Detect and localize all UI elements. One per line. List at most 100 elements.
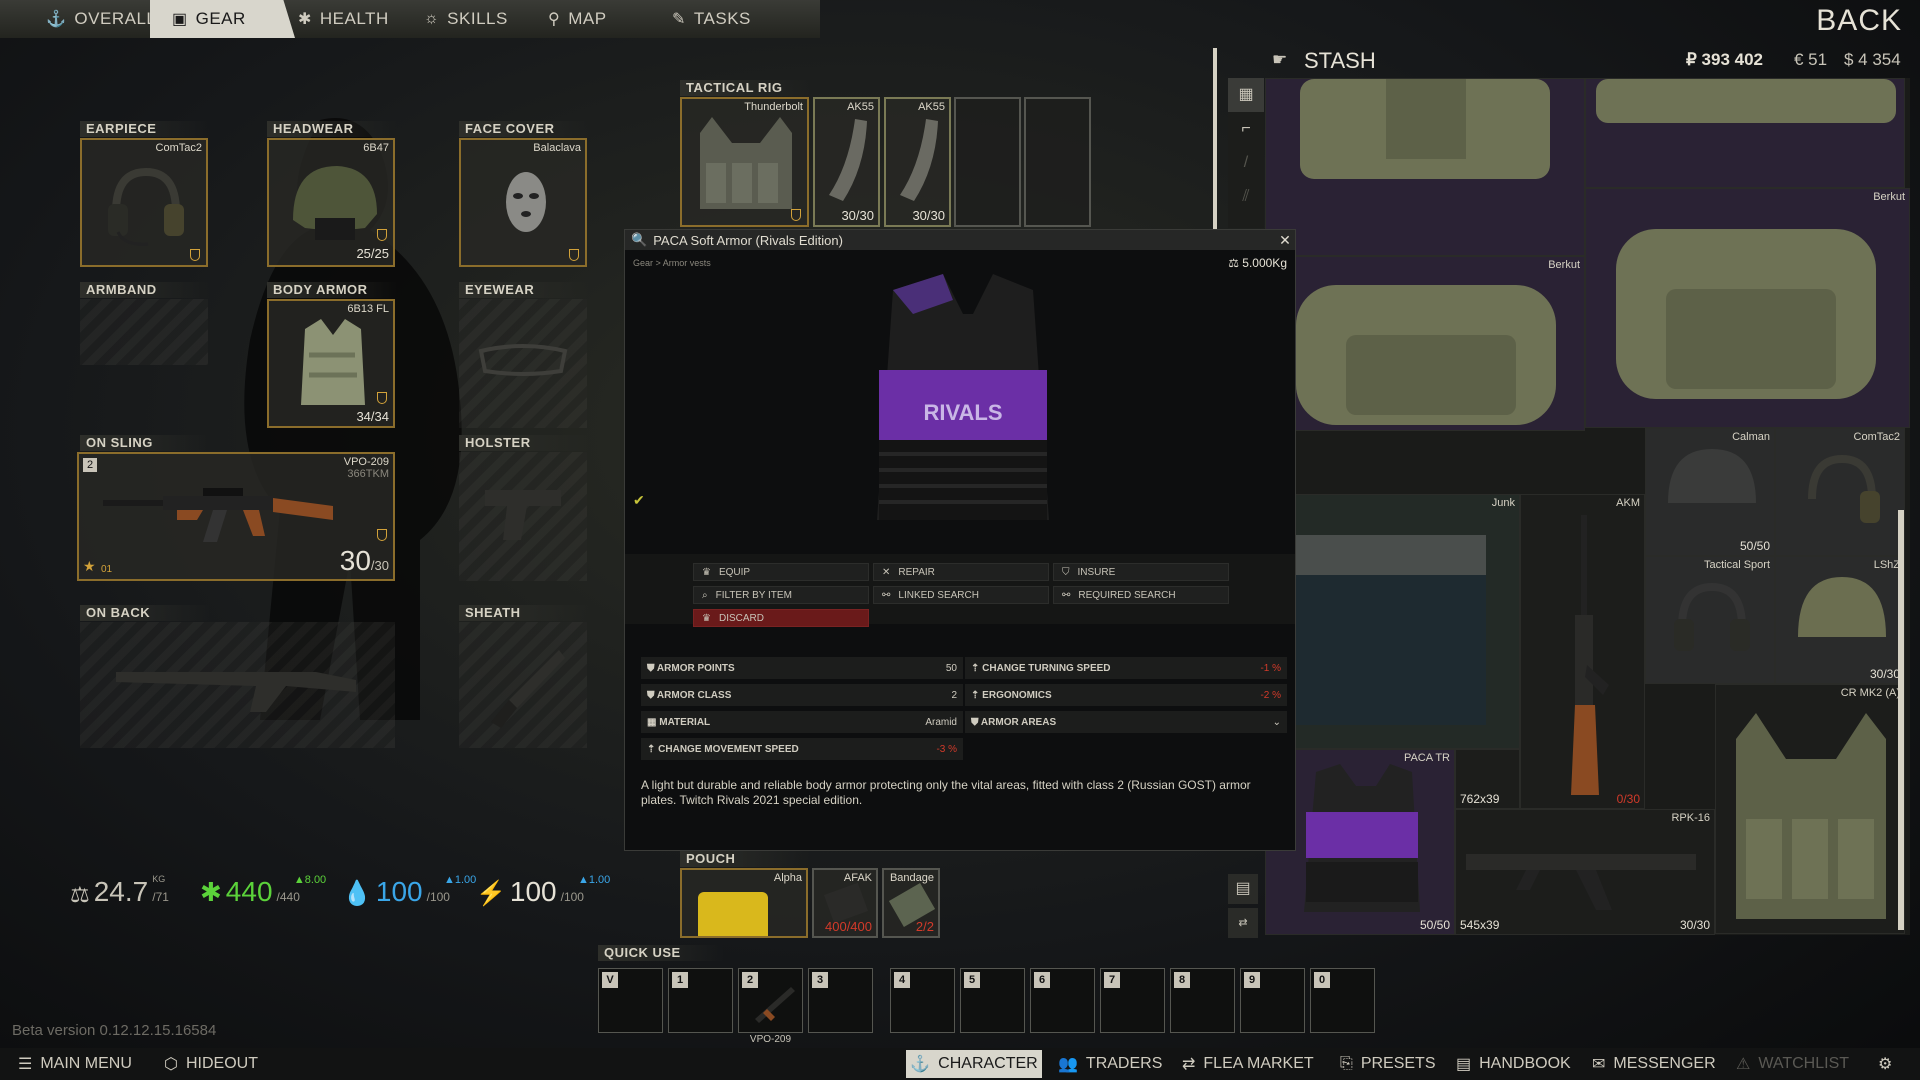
grid-icon: ▦	[647, 716, 660, 728]
repair-button[interactable]: ✕ REPAIR	[873, 563, 1049, 581]
required-search-button[interactable]: ⚯ REQUIRED SEARCH	[1053, 586, 1229, 604]
stash-item-backpack[interactable]	[1265, 78, 1585, 256]
shield-icon: ⛊	[647, 662, 657, 674]
magazine-filter-icon[interactable]: ⫽	[1228, 180, 1264, 214]
beta-version: Beta version 0.12.12.15.16584	[12, 1022, 217, 1039]
rig-slot-1[interactable]: AK55 30/30	[813, 97, 880, 227]
quick-slot-3[interactable]: 3	[808, 968, 873, 1033]
stash-item-akm[interactable]: AKM 0/30	[1520, 494, 1645, 809]
ammo-filter-icon[interactable]: /	[1228, 146, 1264, 180]
equip-icon: ♛	[702, 566, 711, 578]
stash-item-backpack[interactable]	[1585, 78, 1905, 188]
quick-slot-0[interactable]: 0	[1310, 968, 1375, 1033]
quick-slot-v[interactable]: V	[598, 968, 663, 1033]
flea-icon: ⇄	[1182, 1056, 1196, 1073]
required-icon: ⚯	[1062, 589, 1071, 601]
equip-button[interactable]: ♛ EQUIP	[693, 563, 869, 581]
handbook-button[interactable]: ▤ HANDBOOK	[1456, 1048, 1571, 1080]
character-icon: ⚓	[910, 1056, 931, 1073]
quick-slot-9[interactable]: 9	[1240, 968, 1305, 1033]
slot-face-cover[interactable]: Balaclava	[459, 138, 587, 267]
prop-turning-speed: ⇡ CHANGE TURNING SPEED -1 %	[965, 657, 1287, 679]
sort-icon[interactable]: ▤	[1228, 874, 1258, 904]
tab-skills[interactable]: ☼ SKILLS	[424, 0, 524, 38]
slot-on-sling[interactable]: VPO-209 366TKM 2 ★ 01 30/30	[77, 452, 395, 581]
watchlist-icon: ⚠	[1736, 1056, 1751, 1073]
discard-button[interactable]: ♛ DISCARD	[693, 609, 869, 627]
tab-gear[interactable]: ▣ GEAR	[150, 0, 295, 38]
stash-item-rpk16[interactable]: RPK-16 545x39 30/30	[1455, 809, 1715, 935]
ammo-count: 30/30	[339, 545, 389, 576]
slot-pouch[interactable]: Alpha	[680, 868, 808, 938]
dollars: $ 4 354	[1844, 50, 1901, 69]
insure-button[interactable]: ⛉ INSURE	[1053, 563, 1229, 581]
slot-eyewear[interactable]	[459, 299, 587, 428]
rig-slot-4[interactable]	[1024, 97, 1091, 227]
shield-icon	[377, 392, 387, 404]
filter-by-item-button[interactable]: ⌕ FILTER BY ITEM	[693, 586, 869, 604]
health-icon: ✱	[200, 877, 222, 907]
anchor-icon: ⚓	[46, 11, 67, 28]
stash-item-762x39[interactable]: 762x39	[1455, 749, 1520, 809]
slot-tactical-rig[interactable]: Thunderbolt	[680, 97, 809, 227]
stash-item-berkut[interactable]: Berkut	[1265, 256, 1585, 431]
armor-vest-icon	[1304, 764, 1420, 912]
quick-slot-5[interactable]: 5	[960, 968, 1025, 1033]
back-button[interactable]: BACK	[1816, 4, 1902, 38]
helmet-icon	[1668, 449, 1756, 503]
hideout-button[interactable]: ⬡ HIDEOUT	[164, 1048, 258, 1080]
settings-button[interactable]: ⚙	[1878, 1048, 1892, 1080]
main-menu-button[interactable]: ☰ MAIN MENU	[18, 1048, 132, 1080]
slot-armband[interactable]	[80, 299, 208, 365]
presets-button[interactable]: ⎘ PRESETS	[1340, 1048, 1436, 1080]
messenger-button[interactable]: ✉ MESSENGER	[1592, 1048, 1716, 1080]
rig-slot-2[interactable]: AK55 30/30	[884, 97, 951, 227]
stash-item-junk-box[interactable]: Junk	[1265, 494, 1520, 749]
backpack-icon	[1616, 229, 1876, 399]
tab-overall[interactable]: ⚓ OVERALL	[46, 0, 156, 38]
slot-earpiece[interactable]: ComTac2	[80, 138, 208, 267]
stash-scrollbar[interactable]	[1898, 510, 1904, 930]
quick-slot-2[interactable]: 2	[738, 968, 803, 1033]
slot-label-on-sling: ON SLING	[80, 435, 210, 451]
linked-search-button[interactable]: ⚯ LINKED SEARCH	[873, 586, 1049, 604]
quick-slot-4[interactable]: 4	[890, 968, 955, 1033]
slot-holster[interactable]	[459, 452, 587, 581]
slot-on-back[interactable]	[80, 622, 395, 748]
rifle-icon	[1571, 515, 1609, 795]
slot-body-armor[interactable]: 6B13 FL 34/34	[267, 299, 395, 428]
slot-headwear[interactable]: 6B47 25/25	[267, 138, 395, 267]
stash-item-comtac2[interactable]: ComTac2	[1775, 428, 1905, 556]
map-pin-icon: ⚲	[548, 11, 561, 28]
grid-filter-icon[interactable]: ▦	[1228, 78, 1264, 112]
traders-button[interactable]: 👥 TRADERS	[1058, 1048, 1162, 1080]
character-button[interactable]: ⚓ CHARACTER	[906, 1050, 1042, 1078]
stash-item-cr-mk2[interactable]: CR MK2 (A)	[1715, 684, 1905, 934]
flea-market-button[interactable]: ⇄ FLEA MARKET	[1182, 1048, 1314, 1080]
divider	[1213, 48, 1217, 238]
stash-item-berkut[interactable]: Berkut	[1585, 188, 1910, 428]
rig-slot-3[interactable]	[954, 97, 1021, 227]
tactical-rig-icon	[1736, 713, 1886, 919]
pouch-item-afak[interactable]: AFAK 400/400	[812, 868, 878, 938]
quick-slot-6[interactable]: 6	[1030, 968, 1095, 1033]
stash-item-tactical-sport[interactable]: Tactical Sport	[1645, 556, 1775, 684]
watchlist-button[interactable]: ⚠ WATCHLIST	[1736, 1048, 1849, 1080]
shield-icon	[377, 229, 387, 241]
quick-slot-1[interactable]: 1	[668, 968, 733, 1033]
quick-use-label: QUICK USE	[598, 945, 724, 961]
tab-map[interactable]: ⚲ MAP	[548, 0, 628, 38]
weapon-filter-icon[interactable]: ⌐	[1228, 112, 1264, 146]
quick-slot-8[interactable]: 8	[1170, 968, 1235, 1033]
stash-filter-bar: ▦ ⌐ / ⫽	[1228, 78, 1264, 228]
tab-health[interactable]: ✱ HEALTH	[298, 0, 408, 38]
close-icon[interactable]: ✕	[1275, 232, 1295, 249]
stash-item-lshz[interactable]: LShZ 30/30	[1775, 556, 1905, 684]
stash-item-calman[interactable]: Calman 50/50	[1645, 428, 1775, 556]
tab-tasks[interactable]: ✎ TASKS	[672, 0, 772, 38]
pouch-item-bandage[interactable]: Bandage 2/2	[882, 868, 940, 938]
prop-armor-areas[interactable]: ⛊ ARMOR AREAS ⌄	[965, 711, 1287, 733]
quick-slot-7[interactable]: 7	[1100, 968, 1165, 1033]
slot-sheath[interactable]	[459, 622, 587, 748]
transfer-icon[interactable]: ⇄	[1228, 908, 1258, 938]
